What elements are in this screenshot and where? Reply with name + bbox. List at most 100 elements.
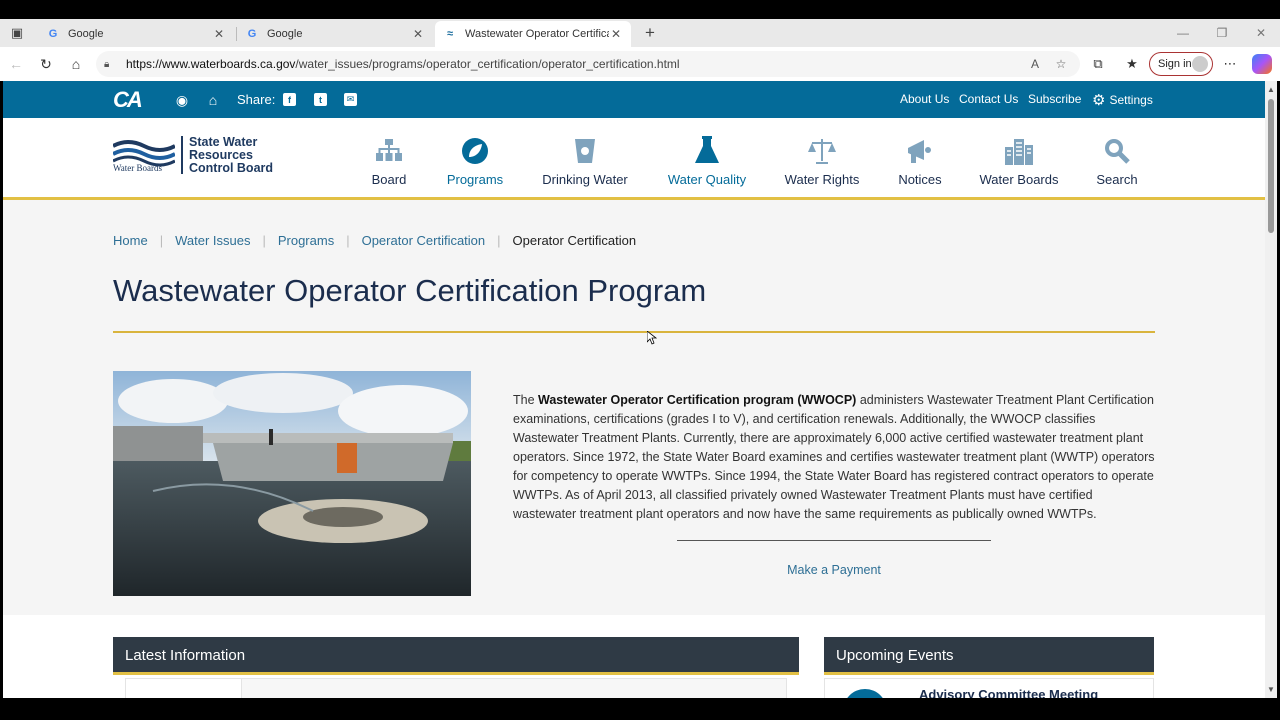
breadcrumb-operator-certification[interactable]: Operator Certification (362, 233, 486, 248)
nav-board[interactable]: Board (368, 136, 410, 190)
copilot-icon[interactable] (1252, 54, 1272, 74)
browser-toolbar: ← ↻ ⌂ 🔒︎ https://www.waterboards.ca.gov/… (0, 47, 1280, 81)
water-drop-icon[interactable]: ◉ (173, 91, 191, 109)
browser-tab-active[interactable]: ≈ Wastewater Operator Certification ✕ (435, 21, 631, 47)
close-window-icon[interactable]: ✕ (1246, 23, 1276, 43)
scrollbar-thumb[interactable] (1268, 99, 1274, 233)
nav-label: Water Quality (667, 172, 747, 187)
logo-water-boards-label: Water Boards (113, 163, 163, 173)
latest-info-tab[interactable] (126, 679, 242, 698)
favorites-icon[interactable]: ★ (1122, 54, 1142, 74)
browser-tab-2[interactable]: G Google ✕ (237, 21, 433, 47)
breadcrumb-separator: | (159, 233, 164, 248)
event-date-badge (843, 689, 887, 698)
breadcrumb-home[interactable]: Home (113, 233, 148, 248)
breadcrumb-separator: | (497, 233, 501, 248)
nav-drinking-water[interactable]: Drinking Water (542, 136, 628, 190)
contact-us-link[interactable]: Contact Us (959, 92, 1018, 106)
org-chart-icon (374, 136, 404, 166)
nav-label: Drinking Water (542, 172, 628, 187)
tab-bar: ▣ G Google ✕ G Google ✕ ≈ Wastewater Ope… (0, 19, 1280, 47)
site-header: Water Boards State Water Resources Contr… (3, 118, 1265, 200)
refresh-icon[interactable]: ↻ (36, 54, 56, 74)
close-tab-icon[interactable]: ✕ (212, 27, 226, 41)
ca-gov-logo[interactable]: CA (113, 87, 159, 112)
wastewater-plant-photo (113, 371, 471, 596)
logo-name-line: Control Board (189, 161, 274, 175)
google-icon: G (247, 28, 257, 40)
mouse-cursor-icon (647, 331, 657, 345)
back-icon[interactable]: ← (6, 54, 26, 74)
flask-icon (692, 136, 722, 166)
home-icon[interactable]: ⌂ (66, 54, 86, 74)
google-icon: G (48, 28, 58, 40)
settings-label: Settings (1109, 93, 1153, 107)
upcoming-events-heading: Upcoming Events (824, 637, 1154, 675)
event-title[interactable]: Advisory Committee Meeting (919, 687, 1098, 698)
breadcrumb-current: Operator Certification (512, 233, 637, 248)
extensions-icon[interactable]: ⧉ (1088, 54, 1108, 74)
latest-information-heading: Latest Information (113, 637, 799, 675)
read-aloud-icon[interactable]: A (1026, 55, 1044, 73)
address-bar[interactable]: 🔒︎ https://www.waterboards.ca.gov/water_… (96, 51, 1080, 77)
close-tab-icon[interactable]: ✕ (411, 27, 425, 41)
scroll-up-icon[interactable]: ▲ (1267, 85, 1275, 94)
program-name-bold: Wastewater Operator Certification progra… (538, 393, 857, 407)
avatar (1192, 56, 1208, 72)
email-icon[interactable]: ✉ (344, 93, 357, 106)
breadcrumb-separator: | (346, 233, 350, 248)
lock-icon[interactable]: 🔒︎ (104, 59, 120, 70)
nav-water-quality[interactable]: Water Quality (667, 136, 747, 190)
facebook-icon[interactable]: f (283, 93, 296, 106)
swrcb-logo[interactable]: Water Boards State Water Resources Contr… (113, 136, 283, 176)
latest-information-panel (125, 678, 787, 698)
megaphone-icon (905, 136, 935, 166)
nav-label: Board (371, 172, 407, 187)
url-text: https://www.waterboards.ca.gov/water_iss… (126, 57, 680, 71)
subscribe-link[interactable]: Subscribe (1028, 92, 1081, 106)
settings-button[interactable]: ⚙ Settings (1092, 91, 1153, 109)
page-viewport: CA ◉ ⌂ Share: f t ✉ About Us Contact Us … (3, 81, 1265, 698)
breadcrumb-programs[interactable]: Programs (278, 233, 334, 248)
logo-divider (181, 136, 183, 174)
close-tab-icon[interactable]: ✕ (609, 27, 623, 41)
nav-programs[interactable]: Programs (445, 136, 505, 190)
browser-chrome: ▣ G Google ✕ G Google ✕ ≈ Wastewater Ope… (0, 19, 1280, 81)
tab-actions-icon[interactable]: ▣ (8, 25, 26, 41)
gear-icon: ⚙ (1092, 92, 1106, 109)
nav-water-rights[interactable]: Water Rights (785, 136, 859, 190)
upcoming-events-panel: Advisory Committee Meeting (824, 678, 1154, 698)
home-icon[interactable]: ⌂ (204, 91, 222, 109)
about-us-link[interactable]: About Us (900, 92, 949, 106)
breadcrumb-water-issues[interactable]: Water Issues (175, 233, 250, 248)
nav-label: Search (1096, 172, 1138, 187)
minimize-icon[interactable]: — (1168, 23, 1198, 43)
breadcrumb-separator: | (262, 233, 266, 248)
logo-name: State Water Resources Control Board (189, 136, 273, 175)
section-divider (677, 540, 991, 541)
sign-in-label: Sign in (1158, 58, 1192, 70)
utility-bar: CA ◉ ⌂ Share: f t ✉ About Us Contact Us … (3, 81, 1265, 118)
water-boards-icon: ≈ (446, 28, 454, 40)
sign-in-button[interactable]: Sign in (1149, 52, 1213, 76)
nav-notices[interactable]: Notices (898, 136, 942, 190)
favorite-star-icon[interactable]: ☆ (1052, 55, 1070, 73)
search-icon (1102, 136, 1132, 166)
browser-tab-1[interactable]: G Google ✕ (38, 21, 234, 47)
leaf-icon (460, 136, 490, 166)
more-menu-icon[interactable]: ⋯ (1220, 54, 1240, 74)
nav-search[interactable]: Search (1096, 136, 1138, 190)
title-divider (113, 331, 1155, 333)
breadcrumb: Home | Water Issues | Programs | Operato… (113, 233, 636, 248)
twitter-icon[interactable]: t (314, 93, 327, 106)
page-scrollbar[interactable]: ▲ ▼ (1265, 81, 1277, 698)
scroll-down-icon[interactable]: ▼ (1267, 685, 1275, 694)
make-payment-link[interactable]: Make a Payment (677, 563, 991, 577)
nav-water-boards[interactable]: Water Boards (980, 136, 1059, 190)
tab-title: Google (267, 28, 303, 40)
share-label: Share: (237, 92, 276, 107)
restore-icon[interactable]: ❐ (1207, 23, 1237, 43)
scales-icon (807, 136, 837, 166)
nav-label: Programs (446, 172, 504, 187)
new-tab-icon[interactable]: + (640, 23, 660, 43)
